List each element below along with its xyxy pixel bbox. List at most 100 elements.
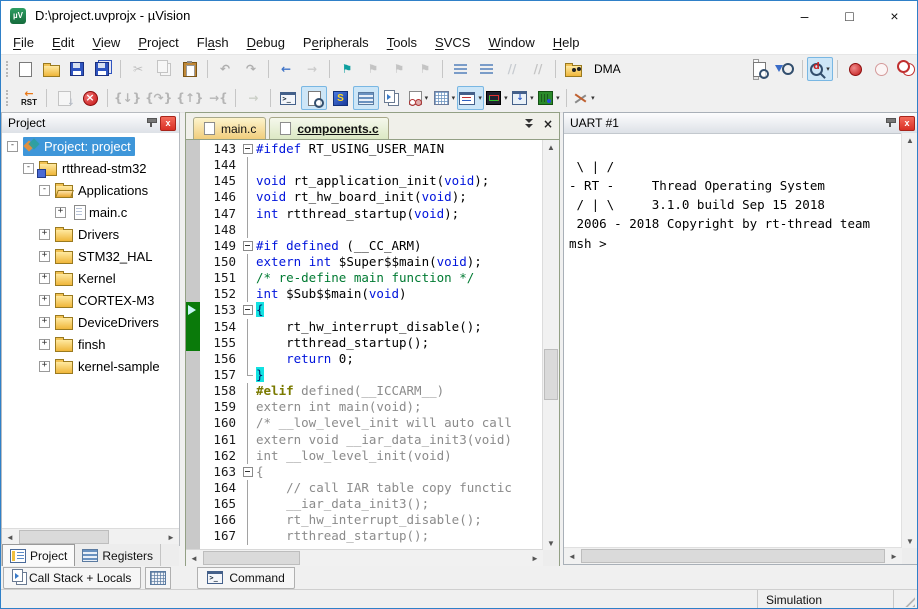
code-text-147[interactable]: int rtthread_startup(void); bbox=[254, 206, 459, 222]
memory-window-button[interactable] bbox=[145, 567, 171, 589]
copy-button[interactable] bbox=[151, 57, 177, 81]
code-text-164[interactable]: // call IAR table copy functic bbox=[254, 480, 512, 496]
fold-collapse-icon[interactable] bbox=[242, 141, 254, 157]
tab-project[interactable]: Project bbox=[2, 544, 75, 567]
run-to-line-button[interactable]: →{ bbox=[205, 86, 231, 110]
analysis-windows-button[interactable]: ▾ bbox=[484, 86, 510, 110]
tree-item-applications[interactable]: -Applications bbox=[2, 179, 179, 201]
serial-windows-button[interactable]: ▾ bbox=[457, 86, 484, 110]
uart-hscrollbar[interactable]: ◄ ► bbox=[564, 547, 902, 564]
scroll-left-icon[interactable]: ◄ bbox=[186, 550, 202, 566]
tree-item-devicedrivers[interactable]: +DeviceDrivers bbox=[2, 311, 179, 333]
project-tree-hscrollbar[interactable]: ◄ ► bbox=[2, 528, 179, 545]
code-text-161[interactable]: extern void __iar_data_init3(void) bbox=[254, 432, 512, 448]
gutter[interactable] bbox=[186, 480, 200, 496]
navigate-forward-button[interactable]: → bbox=[299, 57, 325, 81]
scroll-down-icon[interactable]: ▼ bbox=[543, 536, 559, 550]
indent-right-button[interactable] bbox=[447, 57, 473, 81]
uncomment-selection-button[interactable]: // bbox=[525, 57, 551, 81]
save-button[interactable] bbox=[64, 57, 90, 81]
memory-windows-button[interactable]: ▾ bbox=[431, 86, 457, 110]
gutter[interactable] bbox=[186, 528, 200, 544]
code-text-143[interactable]: #ifdef RT_USING_USER_MAIN bbox=[254, 141, 444, 157]
dropdown-arrow-icon[interactable]: ▾ bbox=[452, 94, 456, 102]
code-text-158[interactable]: #elif defined(__ICCARM__) bbox=[254, 383, 444, 399]
minimize-button[interactable]: – bbox=[782, 1, 827, 30]
gutter[interactable] bbox=[186, 238, 200, 254]
dropdown-arrow-icon[interactable]: ▾ bbox=[504, 94, 508, 102]
gutter[interactable] bbox=[186, 399, 200, 415]
menu-peripherals[interactable]: Peripherals bbox=[294, 32, 378, 53]
gutter[interactable] bbox=[186, 254, 200, 270]
close-icon[interactable]: x bbox=[160, 116, 176, 131]
code-text-145[interactable]: void rt_application_init(void); bbox=[254, 173, 489, 189]
expand-icon[interactable]: + bbox=[39, 361, 50, 372]
dropdown-arrow-icon[interactable]: ▾ bbox=[591, 94, 595, 102]
gutter[interactable] bbox=[186, 415, 200, 431]
debug-tools-button[interactable]: ▾ bbox=[571, 86, 597, 110]
gutter[interactable] bbox=[186, 448, 200, 464]
expand-icon[interactable]: + bbox=[39, 339, 50, 350]
gutter[interactable] bbox=[186, 141, 200, 157]
pin-icon[interactable] bbox=[885, 117, 896, 130]
system-viewer-button[interactable]: ▾ bbox=[510, 86, 536, 110]
call-stack-window-button[interactable] bbox=[379, 86, 405, 110]
code-area[interactable]: 143#ifdef RT_USING_USER_MAIN144145void r… bbox=[186, 140, 559, 550]
book-window-button[interactable]: ▾ bbox=[807, 57, 833, 81]
stop-button[interactable] bbox=[77, 86, 103, 110]
tree-item-kernel[interactable]: +Kernel bbox=[2, 267, 179, 289]
maximize-button[interactable]: □ bbox=[827, 1, 872, 30]
code-text-162[interactable]: int __low_level_init(void) bbox=[254, 448, 452, 464]
tree-item-cortex-m3[interactable]: +CORTEX-M3 bbox=[2, 289, 179, 311]
insert-remove-breakpoint-button[interactable] bbox=[842, 57, 868, 81]
code-text-157[interactable]: } bbox=[254, 367, 264, 383]
clear-all-bookmarks-button[interactable]: ⚑ bbox=[412, 57, 438, 81]
disable-all-breakpoints-button[interactable] bbox=[894, 57, 918, 81]
menu-view[interactable]: View bbox=[83, 32, 129, 53]
scroll-down-icon[interactable]: ▼ bbox=[902, 534, 918, 548]
next-bookmark-button[interactable]: ⚑ bbox=[386, 57, 412, 81]
scroll-right-icon[interactable]: ► bbox=[527, 550, 543, 566]
gutter[interactable] bbox=[186, 367, 200, 383]
tree-item-kernel-sample[interactable]: +kernel-sample bbox=[2, 355, 179, 377]
open-file-button[interactable] bbox=[38, 57, 64, 81]
expand-icon[interactable]: + bbox=[39, 251, 50, 262]
uart-console[interactable]: \ | / - RT - Thread Operating System / |… bbox=[564, 146, 902, 536]
menu-debug[interactable]: Debug bbox=[238, 32, 294, 53]
editor-hscrollbar[interactable]: ◄ ► bbox=[186, 549, 543, 566]
find-button[interactable] bbox=[746, 57, 772, 81]
editor-tab-components-c[interactable]: components.c bbox=[269, 117, 388, 139]
navigate-back-button[interactable]: ← bbox=[273, 57, 299, 81]
pin-icon[interactable] bbox=[146, 117, 157, 130]
menu-edit[interactable]: Edit bbox=[43, 32, 83, 53]
gutter[interactable] bbox=[186, 189, 200, 205]
save-all-button[interactable] bbox=[90, 57, 116, 81]
fold-collapse-icon[interactable] bbox=[242, 302, 254, 318]
tree-item-rtthread-stm32[interactable]: -rtthread-stm32 bbox=[2, 157, 179, 179]
code-text-153[interactable]: { bbox=[254, 302, 264, 318]
scroll-thumb[interactable] bbox=[19, 530, 109, 544]
close-icon[interactable]: x bbox=[899, 116, 915, 131]
collapse-icon[interactable]: - bbox=[39, 185, 50, 196]
previous-bookmark-button[interactable]: ⚑ bbox=[360, 57, 386, 81]
menu-tools[interactable]: Tools bbox=[378, 32, 426, 53]
fold-collapse-icon[interactable] bbox=[242, 238, 254, 254]
gutter[interactable] bbox=[186, 496, 200, 512]
find-in-files-button[interactable] bbox=[560, 57, 586, 81]
code-text-155[interactable]: rtthread_startup(); bbox=[254, 335, 429, 351]
gutter[interactable] bbox=[186, 270, 200, 286]
expand-icon[interactable]: + bbox=[39, 295, 50, 306]
code-text-146[interactable]: void rt_hw_board_init(void); bbox=[254, 189, 467, 205]
resize-grip[interactable] bbox=[903, 595, 915, 607]
menu-svcs[interactable]: SVCS bbox=[426, 32, 479, 53]
gutter[interactable] bbox=[186, 383, 200, 399]
gutter[interactable] bbox=[186, 512, 200, 528]
code-text-165[interactable]: __iar_data_init3(); bbox=[254, 496, 429, 512]
gutter[interactable] bbox=[186, 464, 200, 480]
fold-collapse-icon[interactable] bbox=[242, 464, 254, 480]
watch-windows-button[interactable]: ▾ bbox=[405, 86, 431, 110]
show-next-statement-button[interactable]: → bbox=[240, 86, 266, 110]
search-combobox[interactable]: ▾ bbox=[590, 59, 742, 80]
tree-item-main-c[interactable]: +main.c bbox=[2, 201, 179, 223]
gutter[interactable] bbox=[186, 432, 200, 448]
